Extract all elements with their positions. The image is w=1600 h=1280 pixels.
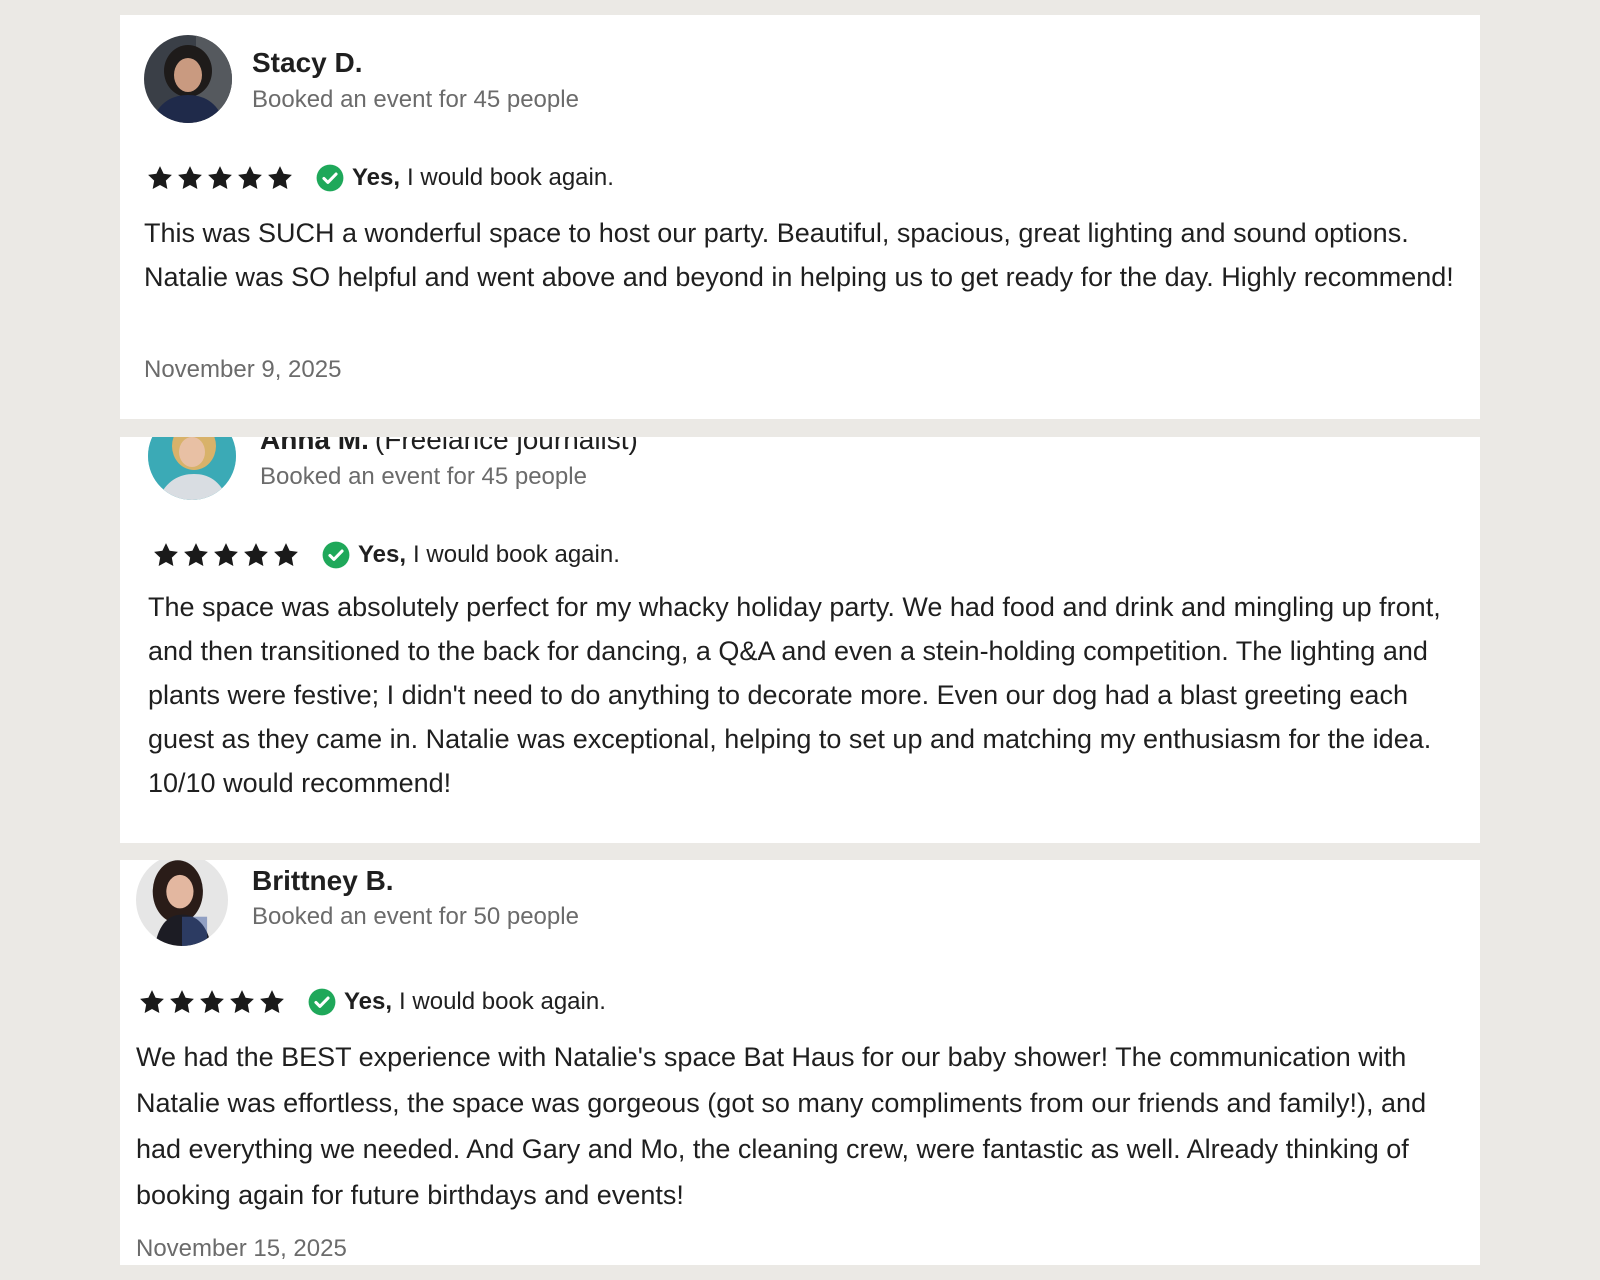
review-text: The space was absolutely perfect for my …: [148, 592, 1441, 798]
review-card: Brittney B. Booked an event for 50 peopl…: [120, 860, 1480, 1265]
review-card: Stacy D. Booked an event for 45 people Y…: [120, 15, 1480, 419]
star-icon: [152, 541, 180, 569]
star-rating: [146, 164, 294, 192]
reviewer-name[interactable]: Brittney B.: [252, 865, 394, 896]
star-icon: [212, 541, 240, 569]
review-text: We had the BEST experience with Natalie'…: [136, 1042, 1427, 1210]
rebook-text: I would book again.: [399, 988, 606, 1015]
reviewer-name[interactable]: Anna M.: [260, 437, 369, 455]
booking-info: Booked an event for 50 people: [252, 903, 579, 930]
rebook-yes: Yes,: [358, 541, 407, 568]
star-icon: [182, 541, 210, 569]
star-icon: [146, 164, 174, 192]
star-icon: [236, 164, 264, 192]
star-icon: [198, 988, 226, 1016]
reviewer-name[interactable]: Stacy D.: [252, 47, 363, 78]
avatar[interactable]: [148, 437, 236, 500]
star-icon: [242, 541, 270, 569]
rebook-yes: Yes,: [344, 988, 393, 1015]
reviewer-role: (Freelance journalist): [374, 437, 638, 455]
rebook-yes: Yes,: [352, 164, 401, 191]
star-icon: [176, 164, 204, 192]
star-rating: [138, 988, 286, 1016]
check-circle-icon: [308, 988, 336, 1016]
star-icon: [228, 988, 256, 1016]
reviewer-name-line: Brittney B.: [252, 865, 394, 897]
rebook-text: I would book again.: [407, 164, 614, 191]
review-date: November 15, 2025: [136, 1235, 347, 1262]
review-card: Anna M. (Freelance journalist) Booked an …: [120, 437, 1480, 843]
star-icon: [272, 541, 300, 569]
review-date: November 9, 2025: [144, 356, 342, 383]
check-circle-icon: [322, 541, 350, 569]
star-icon: [258, 988, 286, 1016]
rebook-text: I would book again.: [413, 541, 620, 568]
rating-row: Yes, I would book again.: [138, 988, 606, 1016]
booking-info: Booked an event for 45 people: [252, 86, 579, 113]
star-rating: [152, 541, 300, 569]
avatar[interactable]: [136, 860, 228, 946]
reviewer-name-line: Anna M. (Freelance journalist): [260, 437, 638, 456]
avatar[interactable]: [144, 35, 232, 123]
booking-info: Booked an event for 45 people: [260, 463, 587, 490]
review-text: This was SUCH a wonderful space to host …: [144, 218, 1454, 292]
star-icon: [138, 988, 166, 1016]
rating-row: Yes, I would book again.: [152, 541, 620, 569]
star-icon: [168, 988, 196, 1016]
reviewer-name-line: Stacy D.: [252, 47, 363, 79]
star-icon: [206, 164, 234, 192]
rating-row: Yes, I would book again.: [146, 164, 614, 192]
check-circle-icon: [316, 164, 344, 192]
star-icon: [266, 164, 294, 192]
